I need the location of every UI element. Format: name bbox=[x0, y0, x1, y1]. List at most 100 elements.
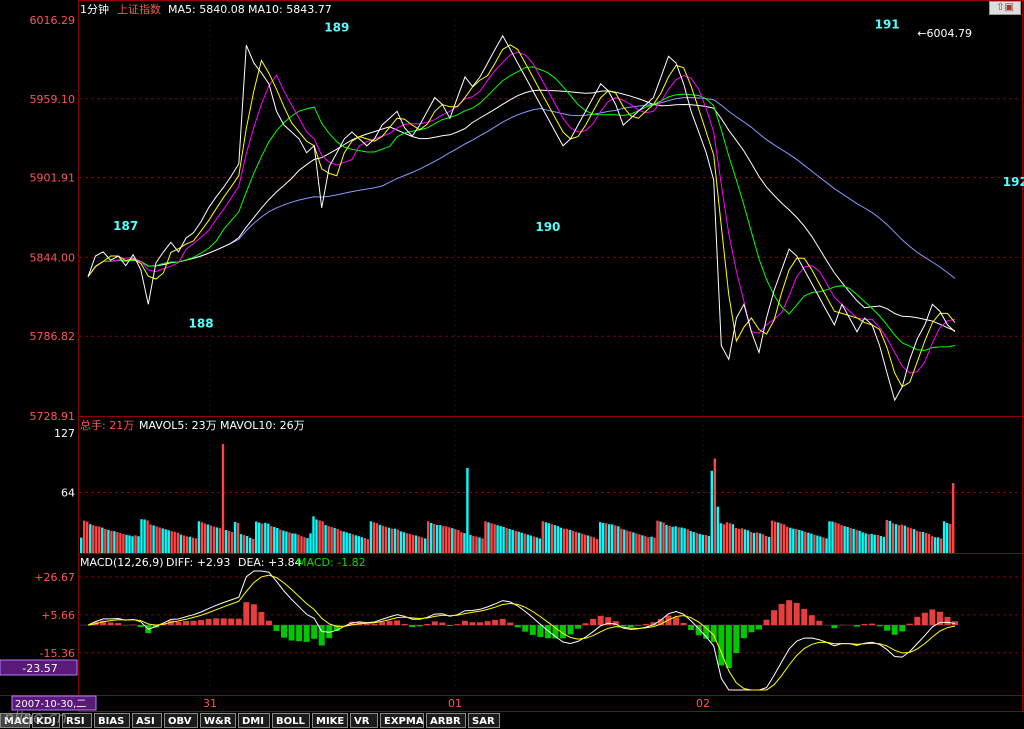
volume-bar bbox=[659, 521, 662, 553]
volume-bar bbox=[89, 524, 92, 553]
volume-bar bbox=[137, 536, 140, 553]
price-tick-label: 5786.82 bbox=[30, 330, 76, 343]
tab-asi[interactable]: ASI bbox=[132, 713, 162, 728]
volume-bar bbox=[532, 536, 535, 553]
volume-bar bbox=[949, 523, 952, 553]
volume-bar bbox=[270, 526, 273, 553]
volume-bar bbox=[170, 531, 173, 553]
volume-bar bbox=[372, 522, 376, 553]
volume-bar bbox=[493, 524, 496, 553]
volume-bar bbox=[351, 534, 354, 553]
price-tick-label: 5901.91 bbox=[30, 172, 76, 185]
wave-number-label: 190 bbox=[535, 220, 560, 234]
volume-bar bbox=[297, 534, 300, 553]
volume-bar bbox=[197, 521, 201, 553]
tab-wr[interactable]: W&R bbox=[200, 713, 236, 728]
volume-bar bbox=[792, 528, 795, 553]
volume-bar bbox=[424, 538, 427, 553]
volume-bar bbox=[701, 534, 704, 553]
volume-bar bbox=[224, 530, 228, 553]
volume-bar bbox=[828, 521, 831, 553]
restore-icon[interactable]: ⇧▣ bbox=[989, 1, 1021, 15]
volume-bar bbox=[713, 458, 716, 553]
volume-bar bbox=[348, 533, 351, 553]
wave-labels: 187188189190191192193194195196←6004.79←5… bbox=[113, 18, 1024, 331]
tab-mike[interactable]: MIKE bbox=[312, 713, 348, 728]
volume-bar bbox=[855, 529, 858, 553]
volume-bar bbox=[143, 519, 146, 553]
ma5-line bbox=[87, 44, 956, 388]
tab-bias[interactable]: BIAS bbox=[94, 713, 130, 728]
volume-bar bbox=[402, 532, 406, 553]
volume-bar bbox=[439, 525, 442, 553]
volume-bar bbox=[478, 537, 481, 553]
volume-bar bbox=[873, 534, 876, 553]
kline-chart[interactable]: 6016.29 5959.10 5901.91 5844.00 5786.82 5728.… bbox=[0, 0, 1024, 712]
volume-bar bbox=[710, 470, 713, 553]
wave-number-label: 189 bbox=[324, 20, 349, 34]
volume-bar bbox=[191, 537, 194, 553]
volume-bar bbox=[414, 535, 418, 553]
volume-bar bbox=[780, 523, 783, 553]
ma60-line bbox=[87, 96, 956, 279]
macd-tick-label: -15.36 bbox=[40, 647, 75, 660]
volume-bar bbox=[764, 536, 768, 553]
volume-bar bbox=[315, 519, 318, 553]
tab-obv[interactable]: OBV bbox=[164, 713, 198, 728]
tab-dmi[interactable]: DMI bbox=[238, 713, 270, 728]
volume-bar bbox=[92, 525, 95, 553]
volume-bar bbox=[653, 537, 656, 553]
volume-bar bbox=[212, 526, 216, 553]
volume-bar bbox=[837, 523, 840, 553]
volume-bar bbox=[466, 467, 469, 553]
volume-bar bbox=[638, 534, 641, 553]
volume-bar bbox=[294, 533, 297, 553]
volume-bar bbox=[264, 522, 267, 553]
price-line bbox=[87, 34, 956, 402]
volume-bar bbox=[936, 537, 940, 553]
volume-bar bbox=[924, 532, 928, 553]
volume-bar bbox=[939, 538, 943, 553]
volume-bar bbox=[209, 525, 213, 553]
tab-vr[interactable]: VR bbox=[350, 713, 378, 728]
volume-bar bbox=[164, 529, 167, 553]
volume-bar bbox=[179, 534, 182, 553]
volume-bar bbox=[215, 527, 219, 553]
volume-bar bbox=[867, 534, 870, 553]
price-tick-label: 5844.00 bbox=[30, 251, 76, 264]
tab-expma[interactable]: EXPMA bbox=[380, 713, 424, 728]
volume-bar bbox=[366, 539, 369, 553]
volume-bar bbox=[128, 535, 131, 553]
volume-bar bbox=[719, 523, 723, 553]
volume-bar bbox=[80, 537, 83, 553]
volume-bar bbox=[387, 527, 391, 553]
volume-bar bbox=[161, 528, 164, 553]
volume-bar bbox=[155, 526, 158, 553]
volume-bar bbox=[891, 523, 894, 553]
volume-bar bbox=[915, 530, 919, 553]
tab-boll[interactable]: BOLL bbox=[272, 713, 310, 728]
volume-bar bbox=[230, 531, 234, 553]
tab-sar[interactable]: SAR bbox=[468, 713, 500, 728]
volume-bar bbox=[789, 527, 792, 553]
volume-bar bbox=[665, 524, 668, 553]
volume-bar bbox=[309, 533, 312, 553]
volume-bar bbox=[692, 532, 695, 553]
volume-bar bbox=[777, 522, 780, 553]
volume-bar bbox=[556, 526, 560, 553]
volume-bar bbox=[520, 532, 523, 553]
volume-bar bbox=[870, 533, 873, 553]
volume-bar bbox=[577, 532, 581, 553]
volume-bar bbox=[119, 533, 122, 553]
volume-bar bbox=[288, 532, 291, 553]
volume-bar bbox=[514, 530, 517, 553]
volume-bar bbox=[798, 529, 801, 553]
volume-bar bbox=[737, 528, 741, 553]
volume-bar bbox=[107, 529, 110, 553]
tab-arbr[interactable]: ARBR bbox=[426, 713, 466, 728]
wave-number-label: 192 bbox=[1003, 175, 1024, 189]
volume-bar bbox=[375, 523, 379, 553]
volume-bar bbox=[840, 525, 843, 553]
volume-bar bbox=[885, 520, 888, 553]
wave-number-label: 188 bbox=[189, 317, 214, 331]
